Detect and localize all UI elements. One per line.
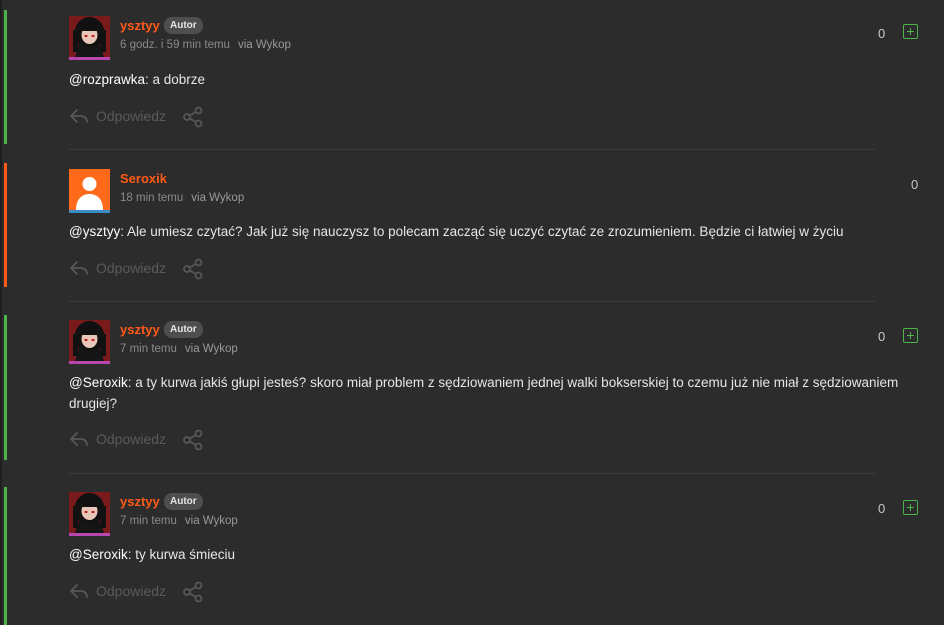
vote-count: 0 [878, 26, 886, 41]
username[interactable]: Seroxik [120, 171, 167, 186]
timestamp[interactable]: 7 min temu [120, 343, 177, 355]
vote-count: 0 [911, 177, 919, 192]
share-icon[interactable] [182, 106, 204, 128]
timestamp[interactable]: 18 min temu [120, 192, 183, 204]
via-source[interactable]: via Wykop [185, 515, 238, 527]
comment: Seroxik 18 min temu via Wykop 0 @ysztyy: … [0, 163, 944, 287]
via-source[interactable]: via Wykop [191, 192, 244, 204]
username[interactable]: ysztyy [120, 18, 160, 33]
comment-indicator-bar [4, 163, 7, 287]
avatar-underline [69, 533, 110, 536]
share-icon[interactable] [182, 258, 204, 280]
avatar-underline [69, 210, 110, 213]
comment: ysztyy Autor 6 godz. i 59 min temu via Wy… [0, 10, 944, 144]
comment-body: @rozprawka: a dobrze [69, 69, 909, 90]
timestamp[interactable]: 7 min temu [120, 515, 177, 527]
username[interactable]: ysztyy [120, 322, 160, 337]
avatar[interactable] [69, 16, 110, 57]
reply-button[interactable]: Odpowiedz [96, 431, 166, 447]
comment-body: @Seroxik: a ty kurwa jakiś głupi jesteś?… [69, 372, 899, 414]
author-badge: Autor [164, 17, 203, 34]
avatar[interactable] [69, 492, 110, 533]
divider [69, 149, 875, 150]
comment-body: @ysztyy: Ale umiesz czytać? Jak już się … [69, 221, 909, 242]
comment: ysztyy Autor 7 min temu via Wykop 0 @Sero… [0, 487, 944, 625]
via-source[interactable]: via Wykop [238, 39, 291, 51]
reply-icon[interactable] [69, 258, 89, 278]
comment-meta: 6 godz. i 59 min temu via Wykop [120, 39, 291, 51]
plus-icon[interactable] [903, 500, 918, 515]
comment-indicator-bar [4, 487, 7, 625]
reply-button[interactable]: Odpowiedz [96, 583, 166, 599]
comment-text: : a ty kurwa jakiś głupi jesteś? skoro m… [69, 375, 899, 411]
plus-icon[interactable] [903, 328, 918, 343]
mention-link[interactable]: @ysztyy [69, 224, 120, 239]
reply-button[interactable]: Odpowiedz [96, 108, 166, 124]
comment-actions: Odpowiedz [69, 581, 209, 603]
default-user-avatar[interactable] [69, 169, 110, 210]
avatar-underline [69, 57, 110, 60]
reply-icon[interactable] [69, 106, 89, 126]
comment-meta: 7 min temu via Wykop [120, 343, 238, 355]
comment-text: : a dobrze [144, 72, 206, 87]
reply-icon[interactable] [69, 429, 89, 449]
comment-actions: Odpowiedz [69, 429, 209, 451]
share-icon[interactable] [182, 429, 204, 451]
vote-count: 0 [878, 501, 886, 516]
avatar-underline [69, 361, 110, 364]
mention-link[interactable]: @Seroxik [69, 547, 128, 562]
username[interactable]: ysztyy [120, 494, 160, 509]
vote-count: 0 [878, 329, 886, 344]
share-icon[interactable] [182, 581, 204, 603]
via-source[interactable]: via Wykop [185, 343, 238, 355]
divider [69, 301, 875, 302]
reply-icon[interactable] [69, 581, 89, 601]
avatar[interactable] [69, 320, 110, 361]
comment-meta: 7 min temu via Wykop [120, 515, 238, 527]
mention-link[interactable]: @rozprawka [69, 72, 145, 87]
comment-body: @Seroxik: ty kurwa śmieciu [69, 544, 909, 565]
reply-button[interactable]: Odpowiedz [96, 260, 166, 276]
author-badge: Autor [164, 493, 203, 510]
mention-link[interactable]: @Seroxik [69, 375, 128, 390]
comment-actions: Odpowiedz [69, 258, 209, 280]
divider [69, 473, 875, 474]
comment-text: : ty kurwa śmieciu [127, 547, 236, 562]
comment-actions: Odpowiedz [69, 106, 209, 128]
comment-text: : Ale umiesz czytać? Jak już się nauczys… [120, 224, 844, 239]
timestamp[interactable]: 6 godz. i 59 min temu [120, 39, 230, 51]
comment: ysztyy Autor 7 min temu via Wykop 0 @Sero… [0, 315, 944, 460]
plus-icon[interactable] [903, 24, 918, 39]
comment-meta: 18 min temu via Wykop [120, 192, 244, 204]
comment-indicator-bar [4, 315, 7, 460]
comment-indicator-bar [4, 10, 7, 144]
author-badge: Autor [164, 321, 203, 338]
comments-page: ysztyy Autor 6 godz. i 59 min temu via Wy… [0, 0, 944, 625]
